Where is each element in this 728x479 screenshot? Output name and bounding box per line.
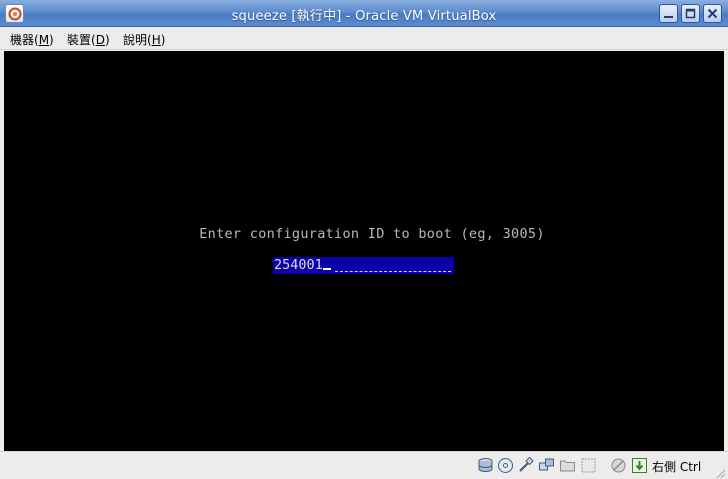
usb-icon[interactable] — [517, 456, 534, 474]
menu-help-label: 說明( — [123, 33, 152, 47]
menu-bar: 機器(M) 裝置(D) 說明(H) — [0, 27, 728, 50]
close-button[interactable] — [703, 4, 722, 23]
optical-disc-icon[interactable] — [497, 457, 514, 474]
minimize-button[interactable] — [659, 4, 678, 23]
display-icon[interactable] — [580, 457, 597, 474]
menu-devices-label: 裝置( — [67, 33, 96, 47]
vm-display[interactable]: Enter configuration ID to boot (eg, 3005… — [4, 51, 724, 451]
text-cursor — [322, 268, 331, 270]
maximize-icon — [685, 8, 696, 19]
title-bar[interactable]: squeeze [執行中] - Oracle VM VirtualBox — [0, 0, 728, 27]
mouse-integration-icon[interactable] — [610, 457, 627, 474]
menu-help-suffix: ) — [160, 33, 166, 47]
menu-devices-suffix: ) — [104, 33, 110, 47]
host-key-label: 右側 Ctrl — [652, 460, 702, 474]
minimize-icon — [664, 16, 673, 18]
menu-machine-accel: M — [38, 33, 50, 47]
network-icon[interactable] — [538, 457, 555, 474]
menu-machine[interactable]: 機器(M) — [10, 31, 54, 48]
menu-help-accel: H — [151, 33, 161, 47]
maximize-button[interactable] — [681, 4, 700, 23]
menu-devices-accel: D — [95, 33, 105, 47]
close-icon — [707, 8, 718, 19]
status-bar: 右側 Ctrl — [0, 451, 728, 479]
resize-grip-icon[interactable] — [714, 464, 726, 479]
boot-prompt: Enter configuration ID to boot (eg, 3005… — [199, 226, 545, 242]
configuration-id-value: 254001 — [274, 257, 323, 273]
menu-help[interactable]: 說明(H) — [123, 31, 165, 48]
configuration-id-input[interactable]: 254001 — [273, 257, 454, 274]
shared-folders-icon[interactable] — [559, 457, 576, 474]
menu-machine-label: 機器( — [10, 33, 39, 47]
window-title: squeeze [執行中] - Oracle VM VirtualBox — [231, 9, 497, 24]
keyboard-capture-icon[interactable] — [631, 457, 648, 474]
menu-machine-suffix: ) — [49, 33, 54, 47]
hard-disk-icon[interactable] — [477, 457, 494, 474]
input-placeholder-underline — [335, 271, 451, 272]
menu-devices[interactable]: 裝置(D) — [67, 31, 110, 48]
